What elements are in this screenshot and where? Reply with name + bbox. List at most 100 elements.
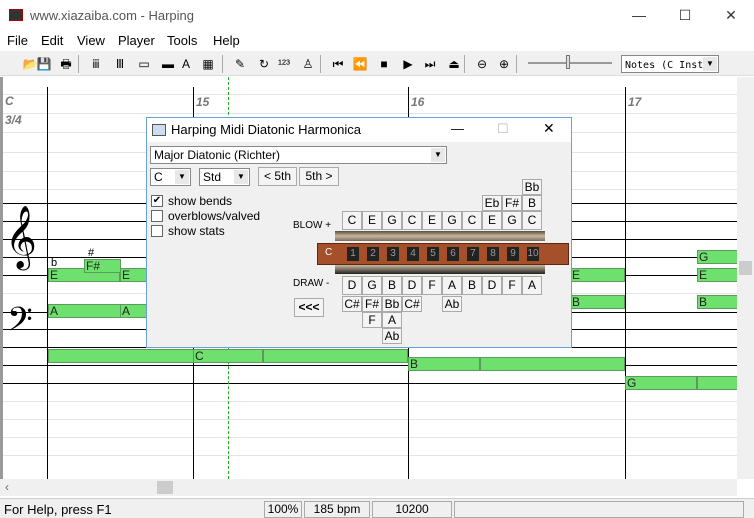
view-select[interactable]: Notes (C Inst ▼ <box>621 55 719 73</box>
note-bar[interactable]: B <box>570 295 625 309</box>
note-bar[interactable] <box>697 376 737 390</box>
blow-note-button[interactable]: C <box>402 211 422 230</box>
pencil-icon[interactable]: ✎ <box>230 54 250 74</box>
draw-note-button[interactable]: A <box>442 276 462 295</box>
note-bar[interactable] <box>48 349 194 363</box>
play-icon[interactable]: ▶ <box>398 54 418 74</box>
draw-note-button[interactable]: F <box>502 276 522 295</box>
scroll-left-icon[interactable]: ‹ <box>5 480 9 494</box>
harmonica-icon[interactable]: ▭ <box>134 54 154 74</box>
view-select-value: Notes (C Inst <box>625 60 704 71</box>
tuning-select[interactable]: Major Diatonic (Richter) ▼ <box>150 146 447 164</box>
harmonica-view-icon[interactable]: ▬ <box>158 54 178 74</box>
fifth-down-button[interactable]: < 5th <box>258 167 297 186</box>
note-bar[interactable]: A <box>48 304 123 318</box>
loop-icon[interactable]: ↻ <box>254 54 274 74</box>
draw-note-button[interactable]: B <box>462 276 482 295</box>
menu-edit[interactable]: Edit <box>41 33 63 48</box>
back-button[interactable]: <<< <box>294 298 324 317</box>
draw-bend-button[interactable]: Ab <box>382 328 402 344</box>
eject-icon[interactable]: ⏏ <box>444 54 464 74</box>
draw-note-button[interactable]: G <box>362 276 382 295</box>
blow-bend-button[interactable]: F# <box>502 195 522 211</box>
blow-bend-button[interactable]: Eb <box>482 195 502 211</box>
blow-note-button[interactable]: G <box>442 211 462 230</box>
draw-note-button[interactable]: D <box>402 276 422 295</box>
metronome-icon[interactable]: ♙ <box>298 54 318 74</box>
zoom-in-icon[interactable]: ⊕ <box>494 54 514 74</box>
minimize-button[interactable]: — <box>616 0 662 31</box>
tempo-slider-thumb[interactable] <box>566 55 570 69</box>
toolbar-separator <box>516 55 517 73</box>
draw-bend-button[interactable]: A <box>382 312 402 328</box>
show-stats-checkbox[interactable] <box>151 225 163 237</box>
note-bar[interactable] <box>263 349 408 363</box>
draw-note-button[interactable]: A <box>522 276 542 295</box>
dialog-minimize-button[interactable]: — <box>451 121 464 136</box>
print-icon[interactable]: 🖶 <box>56 54 76 74</box>
draw-bend-button[interactable]: F# <box>362 296 382 312</box>
blow-note-button[interactable]: C <box>342 211 362 230</box>
note-bar[interactable]: B <box>697 295 737 309</box>
blow-note-button[interactable]: C <box>522 211 542 230</box>
draw-bend-button[interactable]: C# <box>402 296 422 312</box>
draw-bend-button[interactable]: Bb <box>382 296 402 312</box>
tempo-slider-track[interactable] <box>528 62 612 64</box>
note-bar[interactable]: B <box>408 357 480 371</box>
save-icon[interactable]: 💾 <box>34 54 54 74</box>
vertical-scroll-thumb[interactable] <box>739 261 752 275</box>
skip-end-icon[interactable]: ⏭ <box>420 54 440 74</box>
hole-8: 8 <box>487 247 499 261</box>
note-bar[interactable]: E <box>697 268 737 282</box>
numbering-icon[interactable]: ¹²³ <box>274 54 294 74</box>
horizontal-scrollbar[interactable]: ‹ <box>0 479 737 496</box>
note-bar[interactable]: C <box>193 349 263 363</box>
note-bar[interactable]: G <box>625 376 697 390</box>
blow-note-button[interactable]: C <box>462 211 482 230</box>
dialog-maximize-button[interactable]: ☐ <box>497 121 509 137</box>
note-bar[interactable] <box>480 357 625 371</box>
blow-note-button[interactable]: G <box>502 211 522 230</box>
zoom-out-icon[interactable]: ⊖ <box>472 54 492 74</box>
stop-icon[interactable]: ■ <box>374 54 394 74</box>
blow-note-button[interactable]: E <box>482 211 502 230</box>
text-icon[interactable]: A <box>176 54 196 74</box>
blow-note-button[interactable]: E <box>422 211 442 230</box>
fifth-up-button[interactable]: 5th > <box>299 167 339 186</box>
menu-tools[interactable]: Tools <box>167 33 197 48</box>
note-bar[interactable]: E <box>570 268 625 282</box>
bar-line <box>625 87 626 479</box>
horizontal-scroll-thumb[interactable] <box>157 481 173 494</box>
draw-bend-button[interactable]: F <box>362 312 382 328</box>
show-bends-checkbox[interactable]: ✔ <box>151 195 163 207</box>
menu-player[interactable]: Player <box>118 33 155 48</box>
vertical-scrollbar[interactable] <box>737 77 754 479</box>
draw-bend-button[interactable]: Ab <box>442 296 462 312</box>
menu-file[interactable]: File <box>7 33 28 48</box>
layout-select[interactable]: Std ▼ <box>199 168 250 186</box>
dialog-close-button[interactable]: ✕ <box>543 120 555 137</box>
draw-note-button[interactable]: D <box>482 276 502 295</box>
key-select[interactable]: C ▼ <box>150 168 191 186</box>
overblows-checkbox[interactable] <box>151 210 163 222</box>
blow-bend-button[interactable]: Bb <box>522 179 542 195</box>
draw-note-button[interactable]: F <box>422 276 442 295</box>
blow-note-button[interactable]: G <box>382 211 402 230</box>
menu-view[interactable]: View <box>77 33 105 48</box>
tuning-icon[interactable]: ⅲ <box>86 54 106 74</box>
treble-clef-icon: 𝄞 <box>5 205 37 268</box>
draw-note-button[interactable]: B <box>382 276 402 295</box>
note-bar[interactable]: G <box>697 250 737 264</box>
skip-start-icon[interactable]: ⏮ <box>328 54 348 74</box>
menu-help[interactable]: Help <box>213 33 240 48</box>
blow-note-button[interactable]: E <box>362 211 382 230</box>
draw-note-button[interactable]: D <box>342 276 362 295</box>
maximize-button[interactable]: ☐ <box>662 0 708 31</box>
draw-bend-button[interactable]: C# <box>342 296 362 312</box>
piano-icon[interactable]: Ⅲ <box>110 54 130 74</box>
note-bar[interactable]: F# <box>84 259 121 273</box>
blow-bend-button[interactable]: B <box>522 195 542 211</box>
rewind-icon[interactable]: ⏪ <box>350 54 370 74</box>
close-button[interactable]: ✕ <box>708 0 754 31</box>
grid-icon[interactable]: ▦ <box>198 54 218 74</box>
